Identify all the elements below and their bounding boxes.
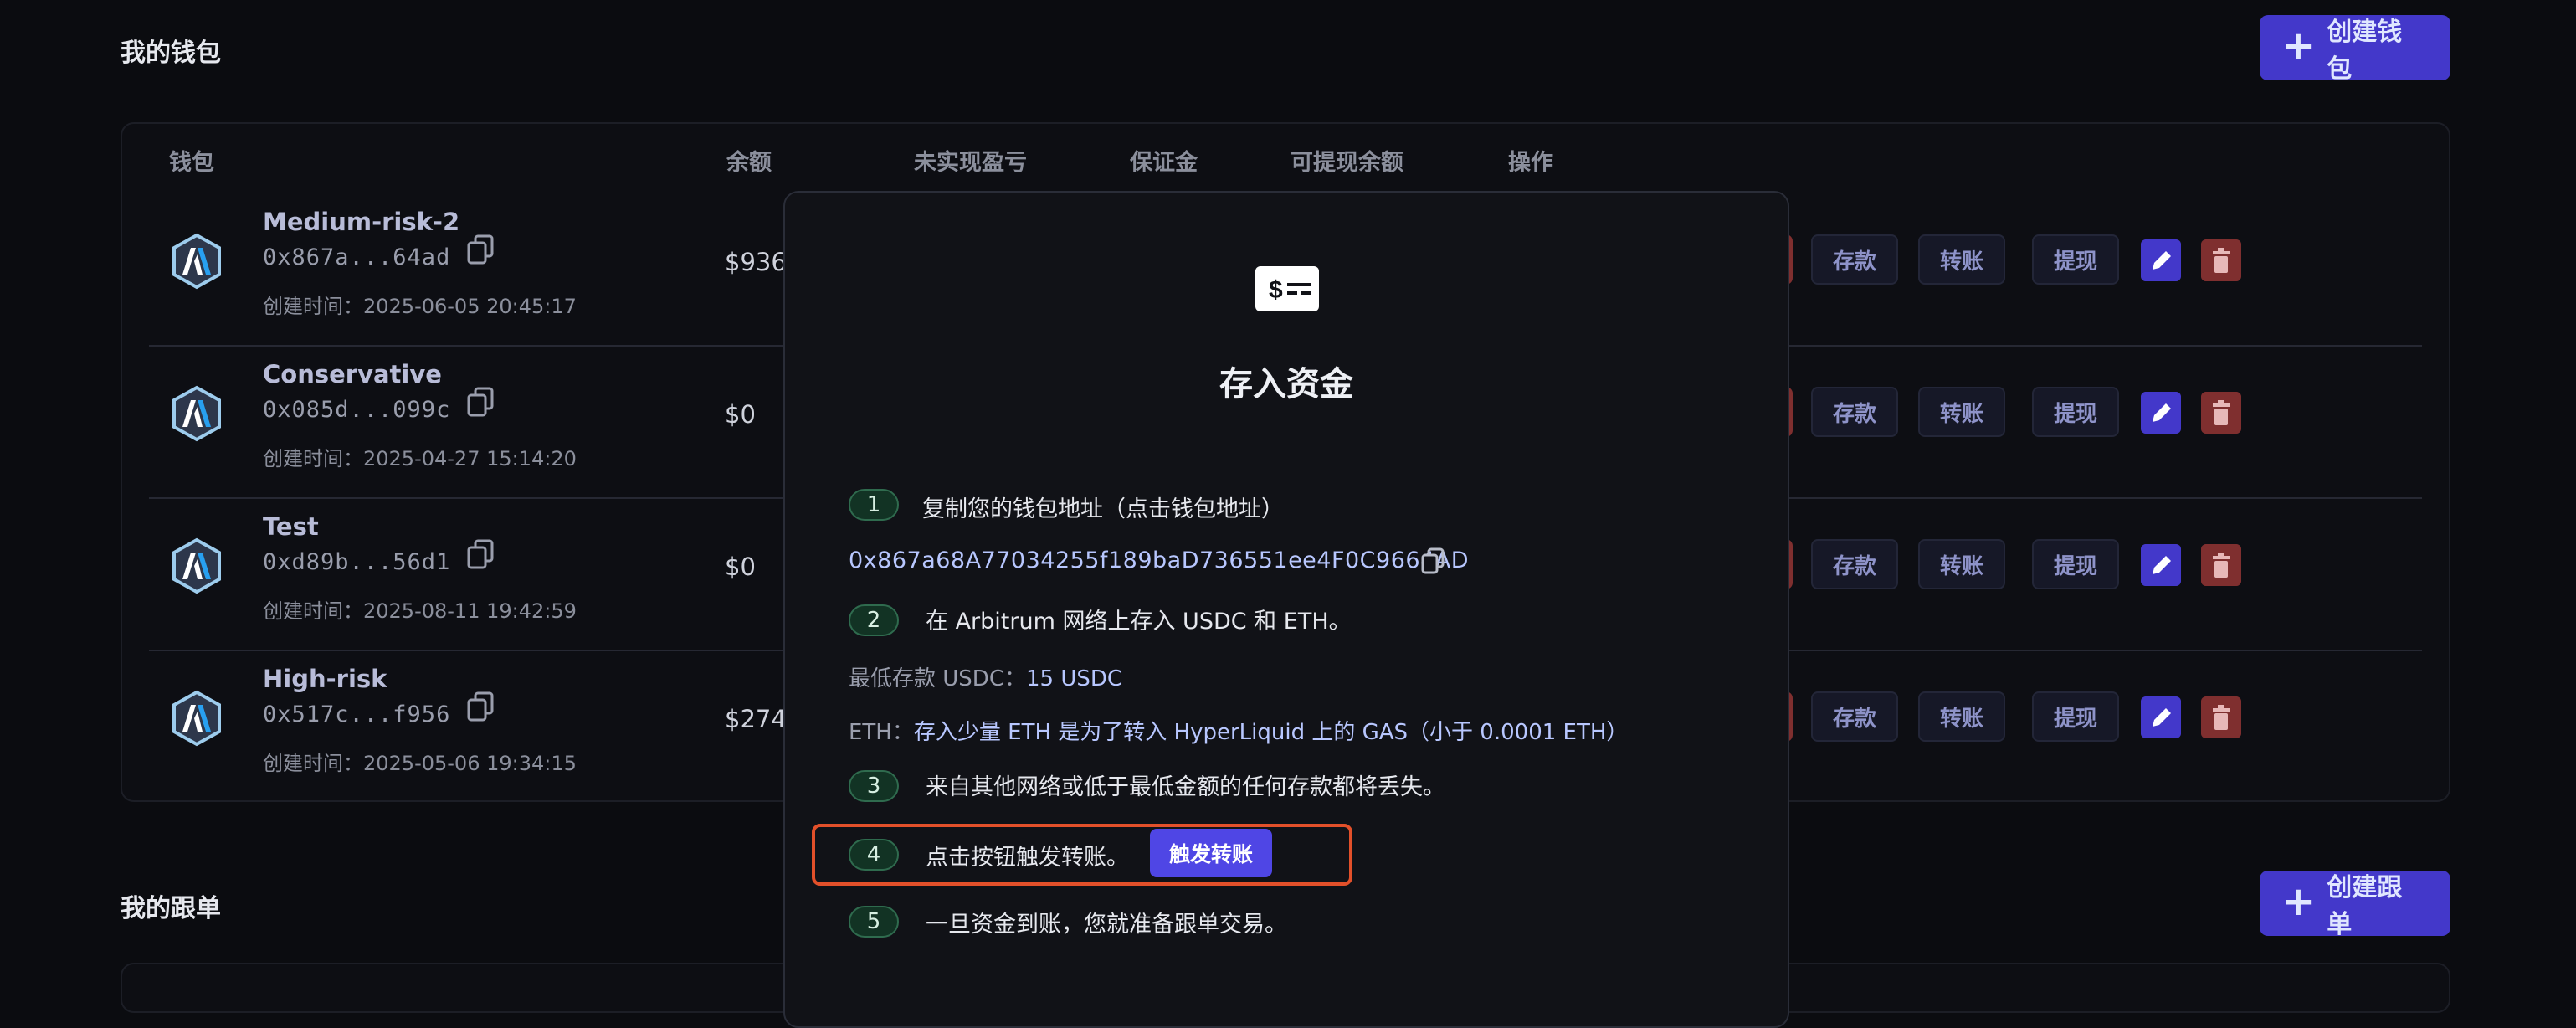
transfer-button[interactable]: 转账 bbox=[1918, 234, 2005, 285]
copy-icon[interactable] bbox=[1421, 547, 1445, 574]
arbitrum-logo-icon bbox=[172, 537, 221, 594]
column-header-actions: 操作 bbox=[1508, 150, 1553, 176]
wallet-address[interactable]: 0x867a...64ad bbox=[263, 244, 450, 270]
step-number-badge: 3 bbox=[849, 770, 899, 802]
wallet-balance: $0 bbox=[725, 553, 756, 581]
wallet-created-time: 创建时间：2025-04-27 15:14:20 bbox=[263, 447, 577, 470]
wallet-created-time: 创建时间：2025-08-11 19:42:59 bbox=[263, 599, 577, 623]
wallet-address[interactable]: 0x517c...f956 bbox=[263, 702, 450, 727]
plus-icon: + bbox=[2281, 23, 2316, 69]
deposit-button[interactable]: 存款 bbox=[1811, 387, 1898, 437]
deposit-button[interactable]: 存款 bbox=[1811, 691, 1898, 742]
create-follow-label: 创建跟单 bbox=[2327, 873, 2403, 939]
wallet-created-time: 创建时间：2025-06-05 20:45:17 bbox=[263, 295, 577, 318]
create-follow-button[interactable]: + 创建跟单 bbox=[2260, 871, 2450, 939]
eth-info: ETH：存入少量 ETH 是为了转入 HyperLiquid 上的 GAS（小于… bbox=[849, 715, 1628, 746]
transfer-button[interactable]: 转账 bbox=[1918, 387, 2005, 437]
transfer-button[interactable]: 转账 bbox=[1918, 539, 2005, 589]
follow-section-title: 我的跟单 bbox=[121, 894, 221, 923]
copy-icon[interactable] bbox=[467, 691, 494, 722]
deposit-address[interactable]: 0x867a68A77034255f189baD736551ee4F0C9664… bbox=[849, 547, 1469, 573]
delete-icon[interactable] bbox=[2201, 239, 2241, 281]
wallet-balance: $0 bbox=[725, 400, 756, 429]
step-number-badge: 4 bbox=[849, 839, 899, 871]
column-header-unrealized-pnl: 未实现盈亏 bbox=[914, 150, 1027, 176]
min-usdc-label: 最低存款 USDC： bbox=[849, 666, 1026, 691]
eth-label: ETH： bbox=[849, 720, 914, 745]
copy-icon[interactable] bbox=[467, 234, 494, 265]
withdraw-button[interactable]: 提现 bbox=[2032, 539, 2119, 589]
column-header-balance: 余额 bbox=[726, 150, 772, 176]
withdraw-button[interactable]: 提现 bbox=[2032, 387, 2119, 437]
step-number-badge: 5 bbox=[849, 906, 899, 938]
wallet-address[interactable]: 0x085d...099c bbox=[263, 397, 450, 423]
transfer-button[interactable]: 转账 bbox=[1918, 691, 2005, 742]
create-wallet-button[interactable]: + 创建钱包 bbox=[2260, 15, 2450, 84]
create-wallet-label: 创建钱包 bbox=[2327, 18, 2403, 84]
edit-icon[interactable] bbox=[2141, 544, 2181, 586]
wallet-name[interactable]: Medium-risk-2 bbox=[263, 208, 459, 236]
min-usdc-info: 最低存款 USDC：15 USDC bbox=[849, 661, 1122, 692]
wallet-name[interactable]: Test bbox=[263, 512, 319, 541]
copy-icon[interactable] bbox=[467, 387, 494, 417]
eth-value: 存入少量 ETH 是为了转入 HyperLiquid 上的 GAS（小于 0.0… bbox=[913, 720, 1629, 745]
wallet-address[interactable]: 0xd89b...56d1 bbox=[263, 549, 450, 575]
edit-icon[interactable] bbox=[2141, 696, 2181, 738]
wallet-balance: $936 bbox=[725, 248, 787, 276]
copy-icon[interactable] bbox=[467, 539, 494, 569]
step-number-badge: 1 bbox=[849, 489, 899, 521]
arbitrum-logo-icon bbox=[172, 233, 221, 290]
trigger-transfer-button[interactable]: 触发转账 bbox=[1150, 829, 1272, 877]
column-header-wallet: 钱包 bbox=[169, 150, 214, 176]
deposit-modal: $ 存入资金 1 复制您的钱包地址（点击钱包地址） 0x867a68A77034… bbox=[783, 191, 1789, 1028]
step-text: 来自其他网络或低于最低金额的任何存款都将丢失。 bbox=[926, 774, 1445, 800]
modal-title: 存入资金 bbox=[1219, 365, 1353, 403]
step-text: 在 Arbitrum 网络上存入 USDC 和 ETH。 bbox=[926, 609, 1352, 635]
edit-icon[interactable] bbox=[2141, 392, 2181, 434]
column-header-margin: 保证金 bbox=[1130, 150, 1198, 176]
plus-icon: + bbox=[2281, 878, 2316, 925]
edit-icon[interactable] bbox=[2141, 239, 2181, 281]
withdraw-button[interactable]: 提现 bbox=[2032, 691, 2119, 742]
withdraw-button[interactable]: 提现 bbox=[2032, 234, 2119, 285]
wallet-name[interactable]: High-risk bbox=[263, 665, 387, 693]
step-number-badge: 2 bbox=[849, 604, 899, 636]
delete-icon[interactable] bbox=[2201, 544, 2241, 586]
step-text: 一旦资金到账，您就准备跟单交易。 bbox=[926, 912, 1287, 938]
wallet-balance: $274 bbox=[725, 705, 787, 733]
money-check-icon: $ bbox=[1255, 266, 1319, 311]
wallet-name[interactable]: Conservative bbox=[263, 360, 442, 388]
column-header-withdrawable: 可提现余额 bbox=[1291, 150, 1403, 176]
step-text: 点击按钮触发转账。 bbox=[926, 845, 1129, 871]
page: 我的钱包 + 创建钱包 钱包 余额 未实现盈亏 保证金 可提现余额 操作 Med… bbox=[0, 0, 2576, 1028]
arbitrum-logo-icon bbox=[172, 385, 221, 442]
svg-text:$: $ bbox=[1269, 276, 1283, 304]
wallet-created-time: 创建时间：2025-05-06 19:34:15 bbox=[263, 752, 577, 775]
deposit-button[interactable]: 存款 bbox=[1811, 234, 1898, 285]
step-text: 复制您的钱包地址（点击钱包地址） bbox=[922, 496, 1284, 522]
delete-icon[interactable] bbox=[2201, 392, 2241, 434]
deposit-button[interactable]: 存款 bbox=[1811, 539, 1898, 589]
min-usdc-value: 15 USDC bbox=[1025, 666, 1123, 691]
wallets-section-title: 我的钱包 bbox=[121, 39, 221, 68]
arbitrum-logo-icon bbox=[172, 690, 221, 747]
delete-icon[interactable] bbox=[2201, 696, 2241, 738]
